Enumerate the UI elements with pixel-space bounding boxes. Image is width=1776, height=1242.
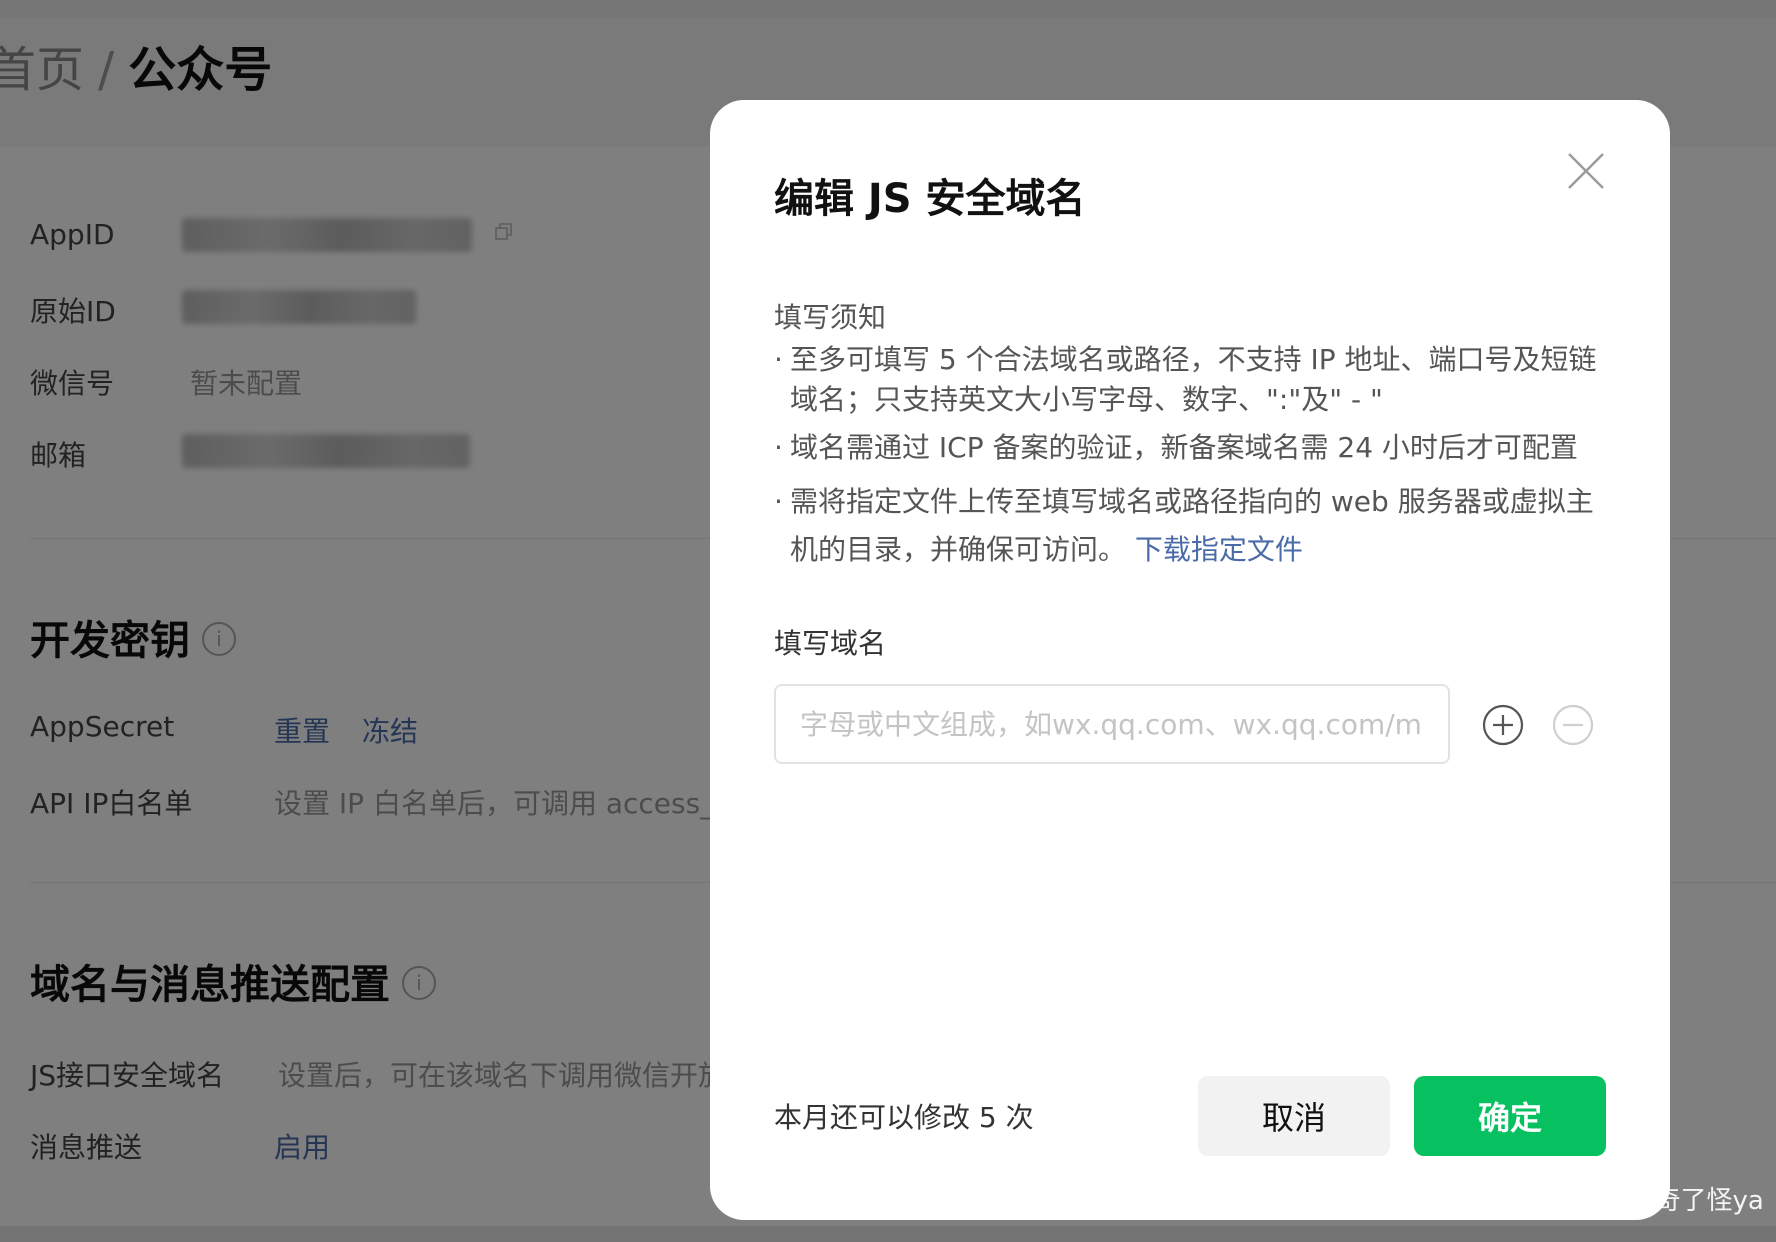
remove-domain-icon[interactable] xyxy=(1552,704,1594,746)
notice-title: 填写须知 xyxy=(774,301,887,334)
edit-js-domain-dialog: 编辑 JS 安全域名 填写须知 · 至多可填写 5 个合法域名或路径，不支持 I… xyxy=(710,100,1670,1220)
remaining-edits-text: 本月还可以修改 5 次 xyxy=(774,1101,1034,1134)
bullet-dot: · xyxy=(774,431,783,464)
download-file-link[interactable]: 下载指定文件 xyxy=(1135,533,1303,566)
domain-input[interactable] xyxy=(774,684,1450,764)
dialog-title: 编辑 JS 安全域名 xyxy=(774,176,1086,222)
notice-item: · 需将指定文件上传至填写域名或路径指向的 web 服务器或虚拟主机的目录，并确… xyxy=(774,478,1614,574)
bullet-dot: · xyxy=(774,485,783,518)
notice-item: · 至多可填写 5 个合法域名或路径，不支持 IP 地址、端口号及短链域名；只支… xyxy=(774,340,1614,420)
cancel-button[interactable]: 取消 xyxy=(1198,1076,1390,1156)
domain-field-label: 填写域名 xyxy=(774,627,887,660)
notice-text: 域名需通过 ICP 备案的验证，新备案域名需 24 小时后才可配置 xyxy=(790,431,1578,464)
notice-item: · 域名需通过 ICP 备案的验证，新备案域名需 24 小时后才可配置 xyxy=(774,428,1614,468)
close-icon[interactable] xyxy=(1565,150,1607,192)
add-domain-icon[interactable] xyxy=(1482,704,1524,746)
bullet-dot: · xyxy=(774,343,783,376)
notice-text: 需将指定文件上传至填写域名或路径指向的 web 服务器或虚拟主机的目录，并确保可… xyxy=(774,478,1614,574)
notice-text: 至多可填写 5 个合法域名或路径，不支持 IP 地址、端口号及短链域名；只支持英… xyxy=(790,343,1597,416)
watermark: 掘金技术社区 @ 奇了怪ya xyxy=(1456,1186,1764,1216)
confirm-button[interactable]: 确定 xyxy=(1414,1076,1606,1156)
